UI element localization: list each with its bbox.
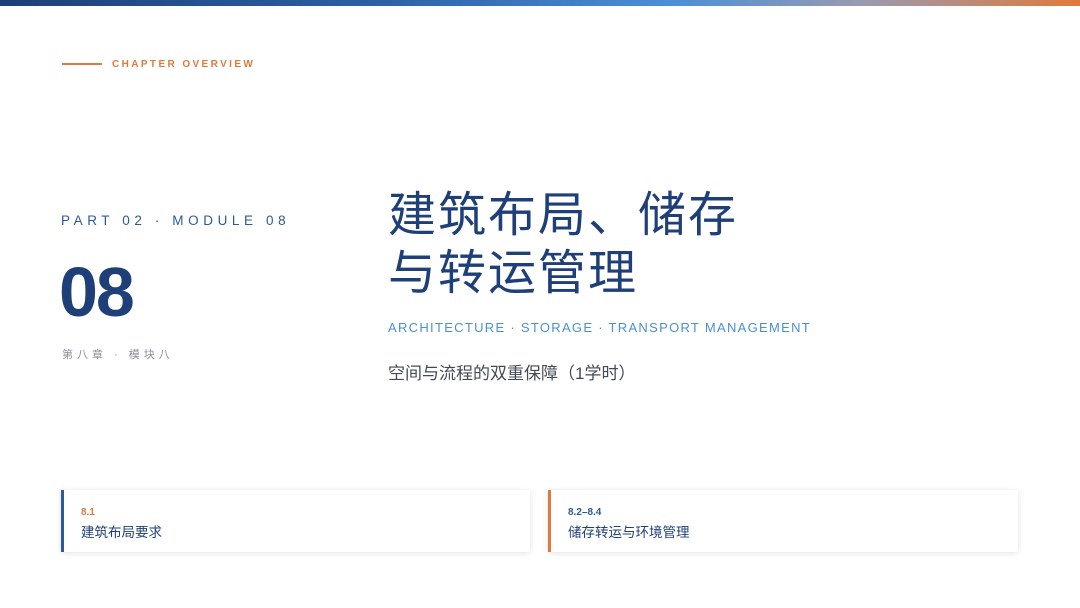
section-card-title: 储存转运与环境管理	[568, 525, 690, 541]
top-gradient-bar	[0, 0, 1080, 6]
page-title-line-1: 建筑布局、储存	[388, 187, 739, 243]
overview-accent-line	[62, 63, 102, 65]
section-card-8-2-8-4[interactable]: 8.2–8.4 储存转运与环境管理	[548, 490, 1018, 552]
english-subtitle: ARCHITECTURE · STORAGE · TRANSPORT MANAG…	[388, 320, 812, 335]
section-card-code: 8.2–8.4	[568, 507, 602, 518]
module-number: 08	[59, 253, 135, 331]
section-card-title: 建筑布局要求	[81, 525, 162, 541]
section-card-8-1[interactable]: 8.1 建筑布局要求	[61, 490, 530, 552]
chapter-overview-header: CHAPTER OVERVIEW	[62, 57, 255, 71]
overview-label: CHAPTER OVERVIEW	[112, 58, 256, 70]
chapter-cn-label: 第八章 · 模块八	[62, 349, 174, 361]
page-title-line-2: 与转运管理	[388, 245, 639, 301]
section-card-code: 8.1	[81, 507, 95, 518]
page-title: 建筑布局、储存 与转运管理	[388, 186, 738, 302]
chinese-subtitle: 空间与流程的双重保障（1学时）	[388, 364, 636, 383]
part-module-label: PART 02 · MODULE 08	[61, 213, 291, 228]
